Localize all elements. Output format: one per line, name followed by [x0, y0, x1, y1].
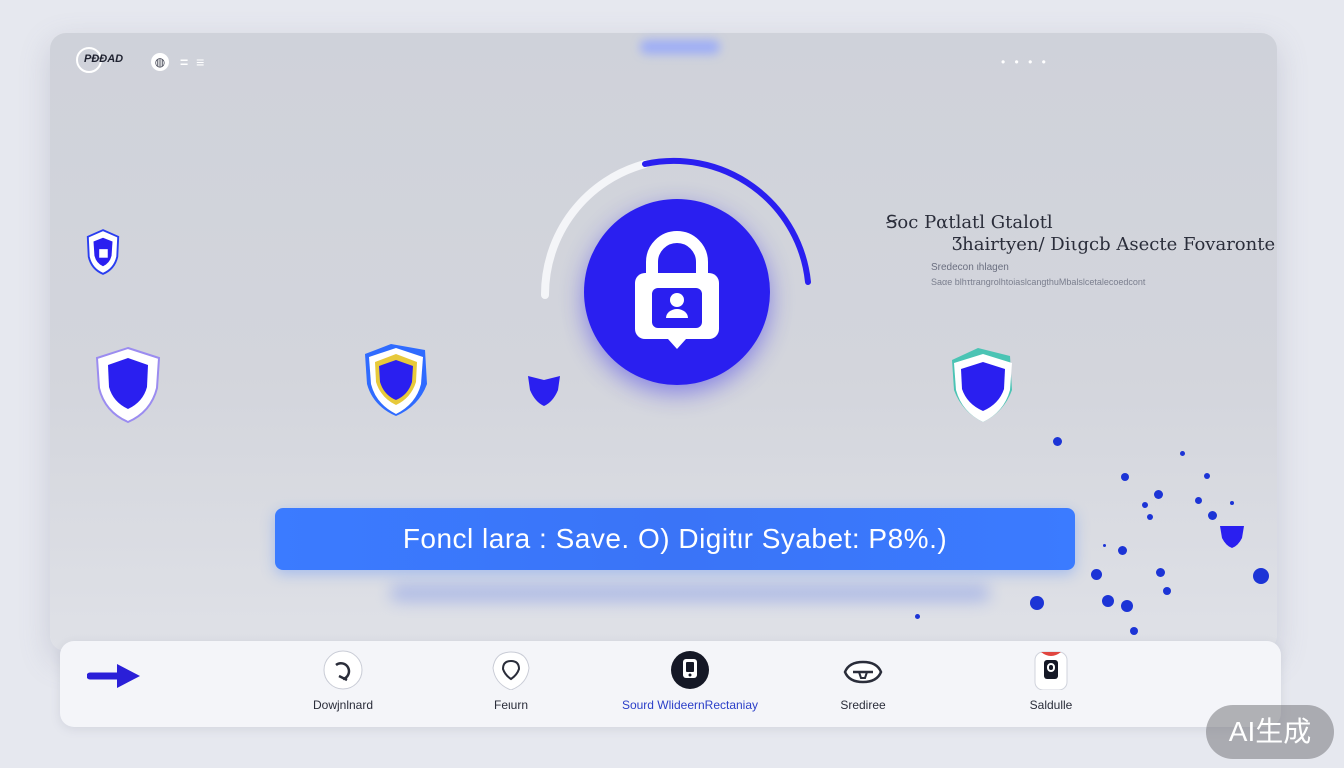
- lock-icon: [635, 231, 719, 349]
- key-card-icon: [1034, 651, 1068, 690]
- shield-icon[interactable]: [361, 340, 431, 420]
- info-subtitle-line-2: Saαe blhτtrangrolhtoiaslcangthuMbalslcet…: [931, 277, 1146, 287]
- decor-dot: [1253, 568, 1269, 584]
- arrow-right-icon[interactable]: [87, 661, 143, 691]
- decor-dot: [1118, 546, 1127, 555]
- info-subtitle-line-1: Sredecon ιhlagen: [931, 262, 1009, 273]
- decor-dot: [1103, 544, 1106, 547]
- brand-logo[interactable]: PƉƉAD: [76, 44, 134, 74]
- nav-label: Sourd WlideernRectaniay: [621, 698, 759, 712]
- brand-text: PƉƉAD: [84, 53, 124, 65]
- nav-label: Dowjnlnard: [312, 698, 374, 712]
- decor-dot: [1156, 568, 1165, 577]
- ai-generated-badge: AI生成: [1206, 705, 1334, 759]
- decor-dot: [1121, 600, 1133, 612]
- refresh-icon: [323, 650, 363, 690]
- nav-label: Srediree: [840, 698, 886, 712]
- nav-item-feature[interactable]: Feιurn: [426, 648, 596, 720]
- nav-item-schedule[interactable]: Saldulle: [966, 648, 1136, 720]
- globe-icon[interactable]: ◍: [151, 53, 169, 71]
- decor-dot: [1030, 596, 1044, 610]
- shield-icon[interactable]: [93, 344, 163, 424]
- nav-label: Saldulle: [1029, 698, 1073, 712]
- window-dots-icon[interactable]: • • • •: [1001, 55, 1049, 69]
- decor-dot: [1204, 473, 1210, 479]
- shield-icon-small[interactable]: [525, 372, 563, 408]
- decor-dot: [1230, 501, 1234, 505]
- banner-glow: [390, 585, 990, 601]
- shield-icon[interactable]: [948, 346, 1018, 426]
- decor-dot: [915, 614, 920, 619]
- decor-dot: [1053, 437, 1062, 446]
- info-title-line-1: Ꞩoc Pαtlatl Gtalotl: [886, 212, 1053, 233]
- menu-icon[interactable]: = ≡: [180, 54, 206, 70]
- decor-dot: [1195, 497, 1202, 504]
- shield-icon-small[interactable]: [84, 228, 122, 276]
- decor-dot: [1147, 514, 1153, 520]
- info-title-line-2: Ʒhairtyen/ Diιgcb Asecte Fovaronte: [952, 234, 1276, 255]
- nav-item-download[interactable]: Dowjnlnard: [258, 648, 428, 720]
- decor-dot: [1091, 569, 1102, 580]
- status-banner-text: Foncl lara : Save. O) Digitιr Syabet: P8…: [402, 523, 948, 554]
- decor-dot: [1180, 451, 1185, 456]
- top-glow-indicator: [640, 40, 720, 54]
- decor-dot: [1121, 473, 1129, 481]
- helmet-icon: [843, 660, 883, 684]
- decor-dot: [1163, 587, 1171, 595]
- nav-item-service[interactable]: Srediree: [778, 648, 948, 720]
- shield-icon-small: [1218, 524, 1246, 550]
- mobile-phone-icon: [671, 651, 709, 689]
- decor-dot: [1154, 490, 1163, 499]
- decor-dot: [1130, 627, 1138, 635]
- decor-dot: [1208, 511, 1217, 520]
- decor-dot: [1102, 595, 1114, 607]
- status-banner[interactable]: Foncl lara : Save. O) Digitιr Syabet: P8…: [275, 508, 1075, 570]
- decor-dot: [1142, 502, 1148, 508]
- location-pin-icon: [492, 651, 530, 690]
- nav-label: Feιurn: [493, 698, 528, 712]
- nav-item-sound-window[interactable]: Sourd WlideernRectaniay: [605, 648, 775, 720]
